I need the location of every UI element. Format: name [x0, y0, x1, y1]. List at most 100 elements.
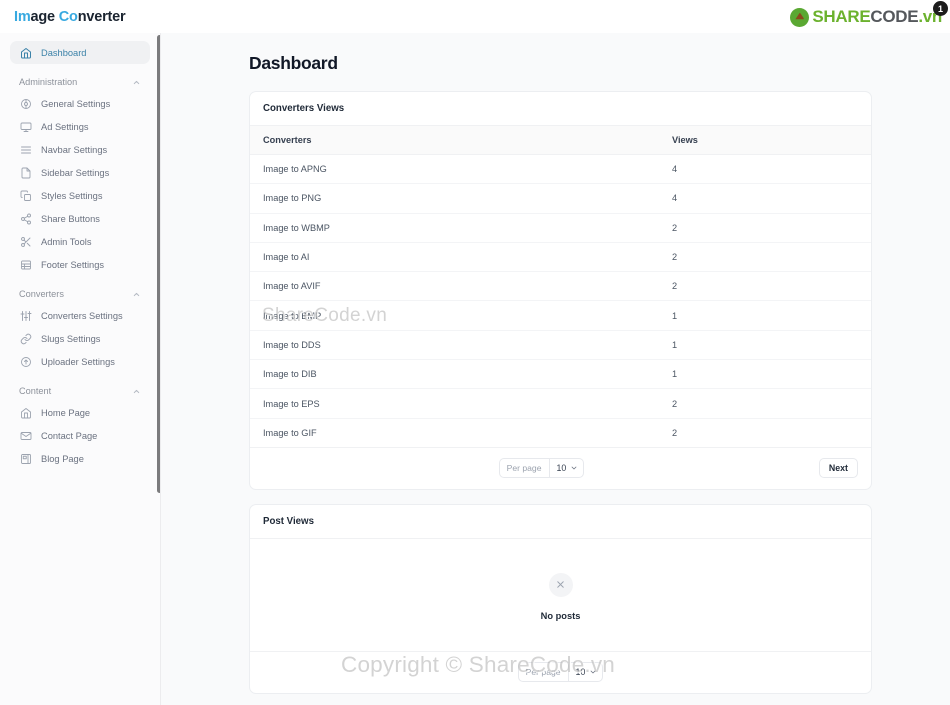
sidebar-item-home-page[interactable]: Home Page [10, 401, 150, 424]
sidebar-item-label: Converters Settings [41, 310, 123, 321]
table-row[interactable]: Image to APNG 4 [250, 154, 871, 185]
scissors-icon [19, 235, 32, 248]
brand-part-4: nverter [77, 8, 126, 25]
table-row[interactable]: Image to WBMP 2 [250, 213, 871, 243]
sidebar: Dashboard Administration General Setting… [0, 33, 161, 705]
cell-views: 4 [659, 183, 871, 214]
sidebar-item-footer-settings[interactable]: Footer Settings [10, 253, 150, 276]
next-page-button[interactable]: Next [818, 458, 858, 479]
cell-views: 2 [659, 271, 871, 302]
cell-views: 2 [659, 418, 871, 448]
sidebar-item-uploader-settings[interactable]: Uploader Settings [10, 350, 150, 373]
sidebar-item-general-settings[interactable]: General Settings [10, 92, 150, 115]
sidebar-item-contact-page[interactable]: Contact Page [10, 424, 150, 447]
sharecode-share: SHARE [812, 7, 871, 26]
per-page-label: Per page [500, 459, 550, 478]
sharecode-wordmark: SHARECODE.vn [812, 7, 942, 27]
sharecode-logo: SHARECODE.vn [790, 4, 942, 30]
sidebar-group-administration[interactable]: Administration [19, 77, 141, 87]
chevron-up-icon [132, 290, 141, 299]
posts-pagination: Per page 10 [250, 652, 871, 693]
converters-pagination: Per page 10 Next [250, 448, 871, 489]
table-row[interactable]: Image to DIB 1 [250, 359, 871, 390]
per-page-value[interactable]: 10 [550, 463, 584, 473]
sidebar-group-label: Content [19, 386, 52, 396]
sidebar-item-label: Slugs Settings [41, 333, 101, 344]
file-icon [19, 166, 32, 179]
monitor-icon [19, 120, 32, 133]
sidebar-group-content[interactable]: Content [19, 386, 141, 396]
sidebar-item-navbar-settings[interactable]: Navbar Settings [10, 138, 150, 161]
cell-views: 2 [659, 213, 871, 243]
cell-views: 1 [659, 359, 871, 390]
sidebar-item-styles-settings[interactable]: Styles Settings [10, 184, 150, 207]
table-row[interactable]: Image to PNG 4 [250, 183, 871, 214]
sidebar-item-share-buttons[interactable]: Share Buttons [10, 207, 150, 230]
home-icon [19, 406, 32, 419]
notification-badge: 1 [933, 1, 948, 16]
brand-part-2: age [30, 8, 56, 25]
table-head: Converters Views [250, 126, 871, 155]
book-icon [19, 452, 32, 465]
per-page-label: Per page [519, 663, 569, 682]
sidebar-item-label: Home Page [41, 407, 91, 418]
cell-converter: Image to EPS [250, 388, 659, 419]
cell-views: 2 [659, 388, 871, 419]
sidebar-item-label: Navbar Settings [41, 144, 108, 155]
cell-converter: Image to APNG [250, 154, 659, 185]
mail-icon [19, 429, 32, 442]
sidebar-item-label: Dashboard [41, 47, 87, 58]
sharecode-code: CODE [870, 7, 919, 26]
copy-icon [19, 189, 32, 202]
cell-converter: Image to WBMP [250, 213, 659, 243]
sidebar-item-slugs-settings[interactable]: Slugs Settings [10, 327, 150, 350]
app-brand[interactable]: Image Converter [14, 8, 126, 25]
table-row[interactable]: Image to AI 2 [250, 242, 871, 273]
cell-converter: Image to AVIF [250, 271, 659, 302]
sidebar-item-label: Share Buttons [41, 213, 100, 224]
per-page-selector[interactable]: Per page 10 [517, 662, 604, 683]
cell-converter: Image to PNG [250, 183, 659, 214]
top-bar: Image Converter SHARECODE.vn 1 [0, 0, 950, 33]
per-page-selector[interactable]: Per page 10 [498, 458, 585, 479]
sidebar-item-label: Uploader Settings [41, 356, 115, 367]
converters-views-card: Converters Views Converters Views Image … [249, 91, 872, 490]
sidebar-item-dashboard[interactable]: Dashboard [10, 41, 150, 64]
empty-state-message: No posts [540, 610, 581, 621]
cell-converter: Image to AI [250, 242, 659, 273]
sidebar-item-label: General Settings [41, 98, 111, 109]
sidebar-item-converters-settings[interactable]: Converters Settings [10, 304, 150, 327]
close-icon [557, 581, 564, 589]
empty-state: No posts [250, 539, 871, 652]
sidebar-item-blog-page[interactable]: Blog Page [10, 447, 150, 470]
per-page-value[interactable]: 10 [569, 667, 603, 677]
converters-table: Converters Views Image to APNG 4 Image t… [250, 126, 871, 448]
sidebar-item-label: Ad Settings [41, 121, 89, 132]
table-row[interactable]: Image to GIF 2 [250, 418, 871, 448]
recycle-icon [790, 7, 810, 27]
home-icon [19, 46, 32, 59]
chevron-up-icon [132, 78, 141, 87]
card-title: Converters Views [250, 92, 871, 126]
table-row[interactable]: Image to DDS 1 [250, 330, 871, 361]
sidebar-item-label: Admin Tools [41, 236, 92, 247]
sidebar-item-label: Sidebar Settings [41, 167, 110, 178]
table-row[interactable]: Image to EPS 2 [250, 388, 871, 419]
per-page-number: 10 [556, 463, 567, 474]
table-body: Image to APNG 4 Image to PNG 4 Image to … [250, 154, 871, 448]
sidebar-item-sidebar-settings[interactable]: Sidebar Settings [10, 161, 150, 184]
sidebar-group-converters[interactable]: Converters [19, 289, 141, 299]
sidebar-item-label: Contact Page [41, 430, 98, 441]
card-title: Post Views [250, 505, 871, 539]
per-page-number: 10 [575, 667, 586, 678]
sidebar-item-ad-settings[interactable]: Ad Settings [10, 115, 150, 138]
page-title: Dashboard [249, 53, 338, 73]
post-views-card: Post Views No posts Per page 10 [249, 503, 872, 694]
sidebar-item-admin-tools[interactable]: Admin Tools [10, 230, 150, 253]
table-row[interactable]: Image to BMP 1 [250, 300, 871, 331]
table-row[interactable]: Image to AVIF 2 [250, 271, 871, 302]
cell-views: 1 [659, 300, 871, 331]
sidebar-item-label: Styles Settings [41, 190, 103, 201]
upload-cloud-icon [19, 355, 32, 368]
chevron-down-icon [571, 467, 577, 470]
